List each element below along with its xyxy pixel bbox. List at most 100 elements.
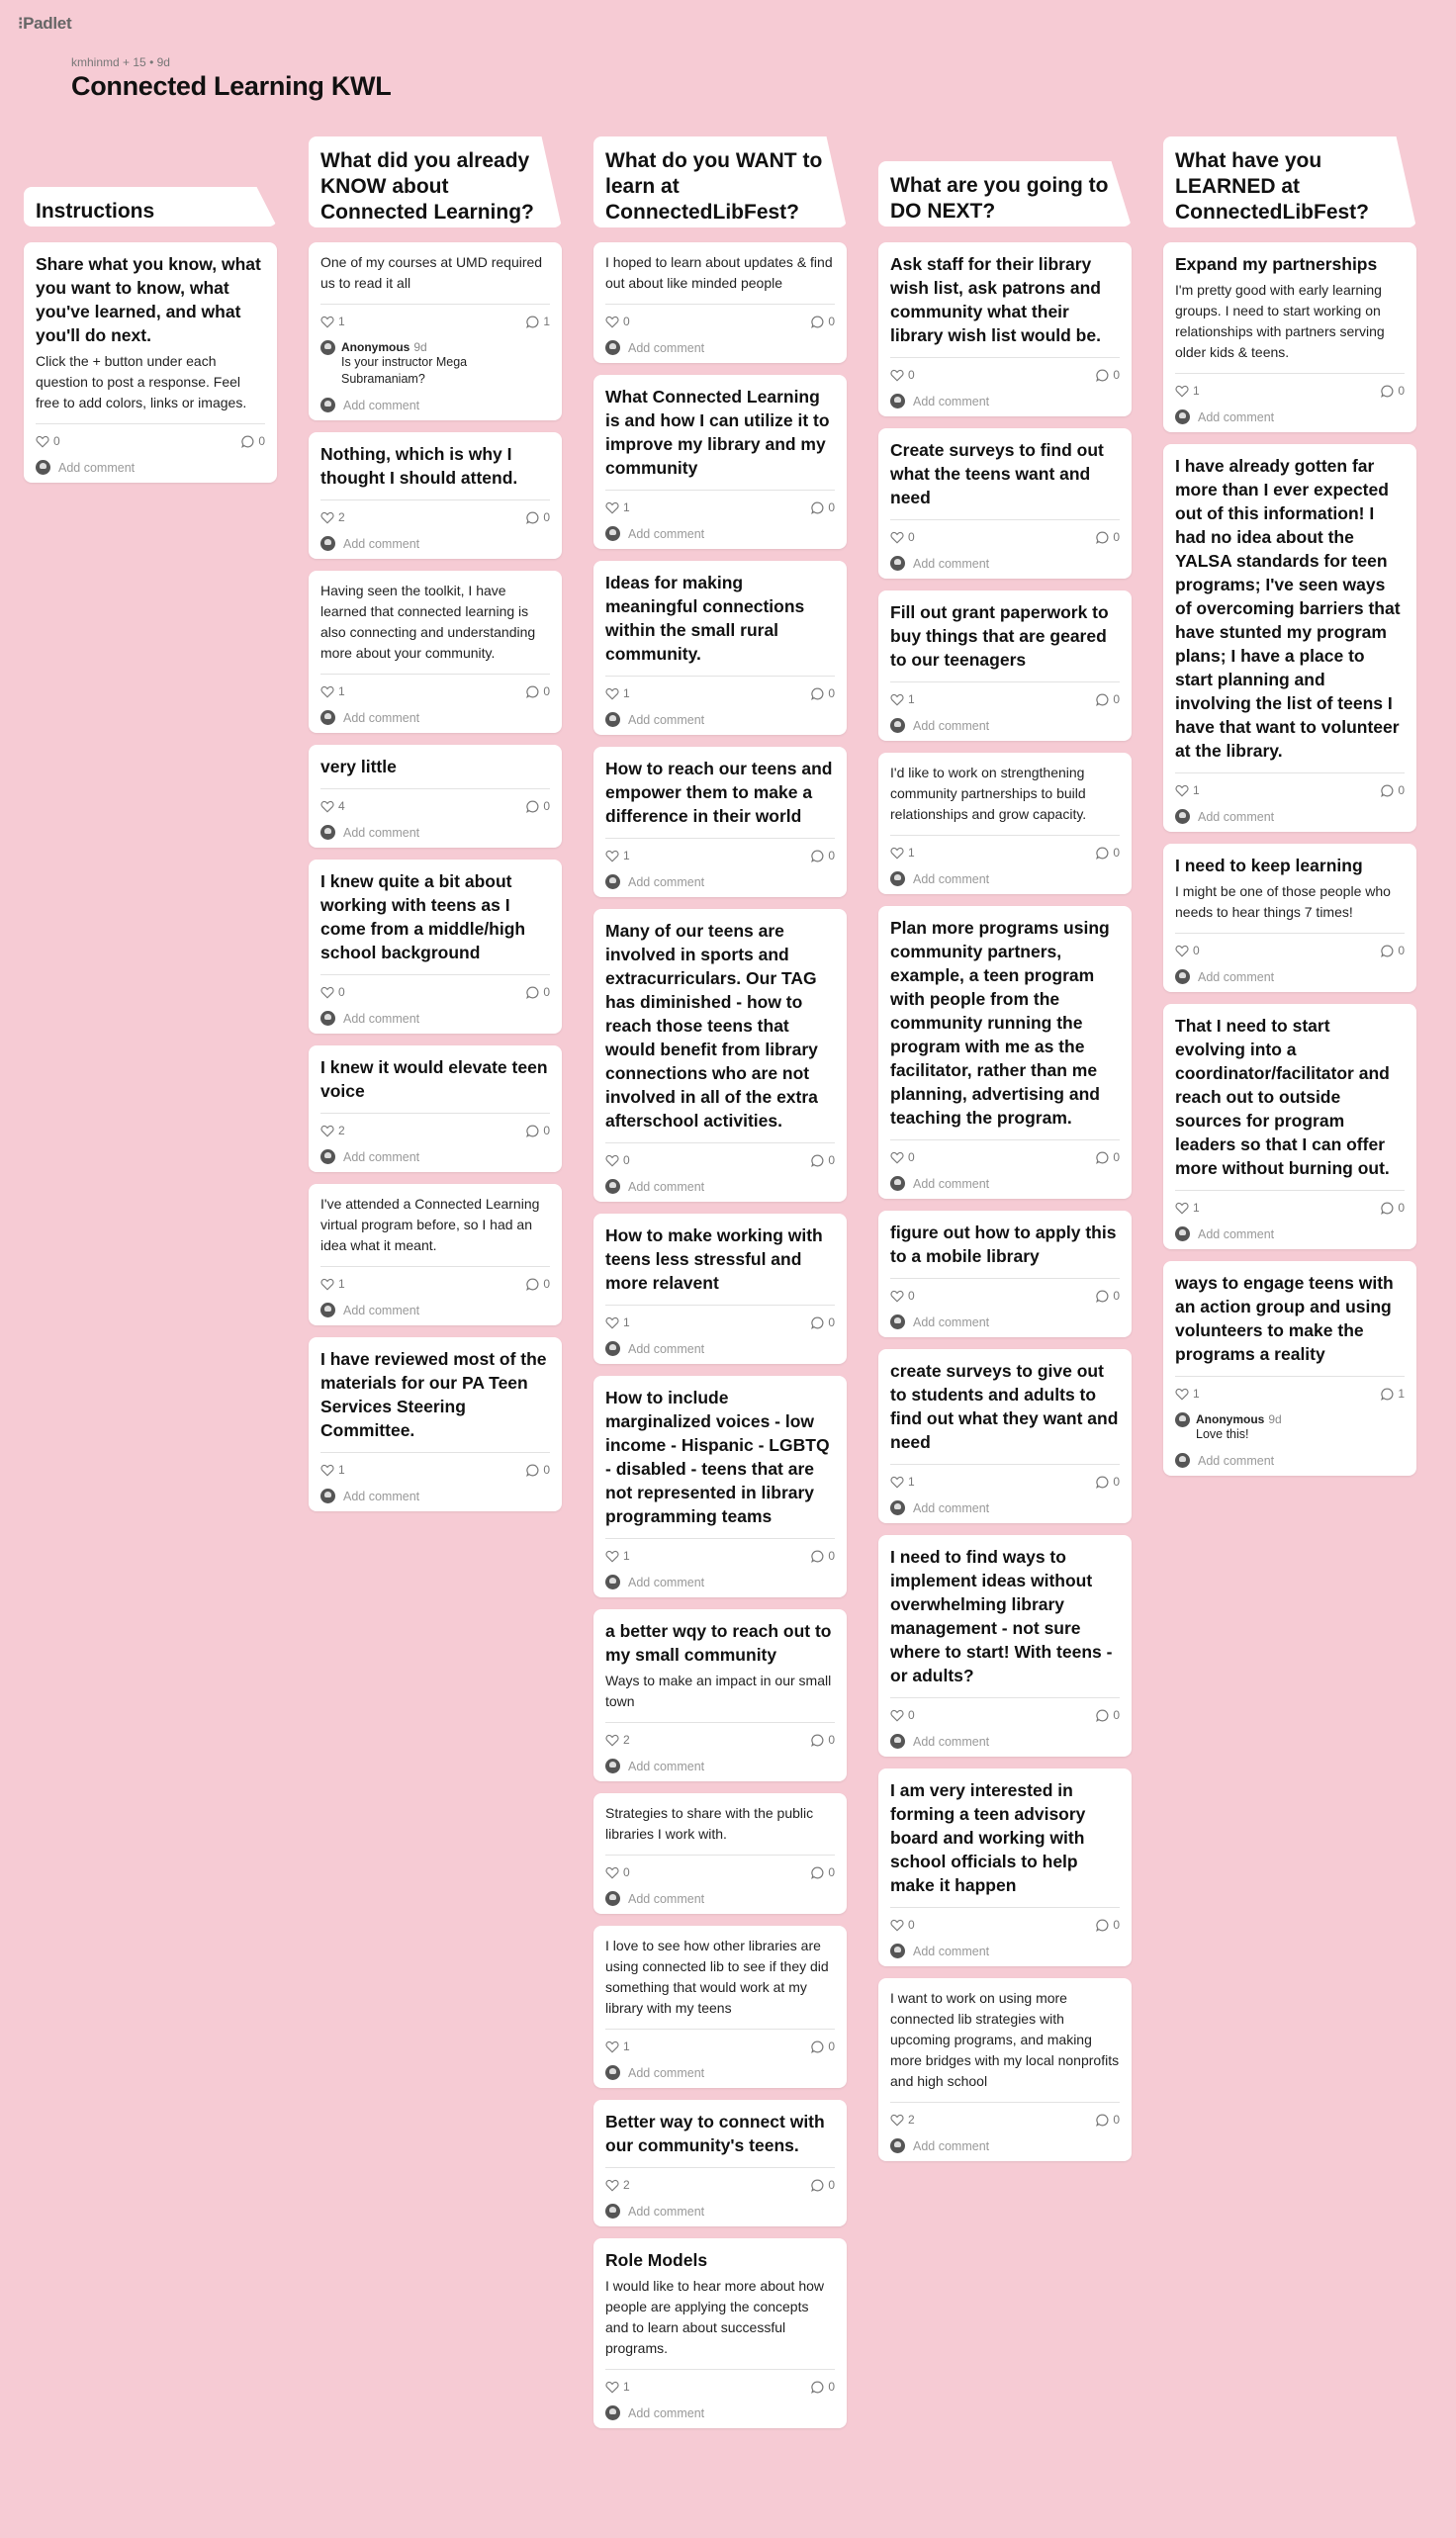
add-comment[interactable]: Add comment [890, 1944, 1120, 1958]
add-comment[interactable]: Add comment [1175, 809, 1405, 824]
add-comment[interactable]: Add comment [320, 536, 550, 551]
post-card[interactable]: I need to find ways to implement ideas w… [878, 1535, 1132, 1757]
post-card[interactable]: Create surveys to find out what the teen… [878, 428, 1132, 579]
add-comment[interactable]: Add comment [1175, 409, 1405, 424]
add-comment[interactable]: Add comment [890, 394, 1120, 408]
post-card[interactable]: Ideas for making meaningful connections … [593, 561, 847, 735]
add-comment[interactable]: Add comment [890, 1176, 1120, 1191]
post-card[interactable]: I want to work on using more connected l… [878, 1978, 1132, 2161]
post-card[interactable]: How to include marginalized voices - low… [593, 1376, 847, 1597]
like-button[interactable]: 0 [605, 1865, 630, 1879]
comments-button[interactable]: 0 [1096, 1918, 1120, 1932]
column-header[interactable]: What do you WANT to learn at ConnectedLi… [593, 136, 847, 227]
comments-button[interactable]: 0 [241, 434, 265, 448]
like-button[interactable]: 1 [1175, 1201, 1200, 1215]
comments-button[interactable]: 0 [1096, 1289, 1120, 1303]
like-button[interactable]: 1 [320, 1277, 345, 1291]
add-comment[interactable]: Add comment [605, 712, 835, 727]
post-card[interactable]: That I need to start evolving into a coo… [1163, 1004, 1416, 1249]
post-card[interactable]: Strategies to share with the public libr… [593, 1793, 847, 1914]
post-card[interactable]: a better wqy to reach out to my small co… [593, 1609, 847, 1781]
like-button[interactable]: 0 [890, 1918, 915, 1932]
post-card[interactable]: Fill out grant paperwork to buy things t… [878, 590, 1132, 741]
like-button[interactable]: 1 [890, 692, 915, 706]
add-comment[interactable]: Add comment [605, 2065, 835, 2080]
like-button[interactable]: 0 [890, 530, 915, 544]
add-comment[interactable]: Add comment [890, 1500, 1120, 1515]
post-card[interactable]: Nothing, which is why I thought I should… [309, 432, 562, 559]
comments-button[interactable]: 1 [1381, 1387, 1405, 1401]
add-comment[interactable]: Add comment [320, 1489, 550, 1503]
post-card[interactable]: create surveys to give out to students a… [878, 1349, 1132, 1523]
add-comment[interactable]: Add comment [1175, 1226, 1405, 1241]
add-comment[interactable]: Add comment [320, 825, 550, 840]
like-button[interactable]: 1 [605, 2039, 630, 2053]
like-button[interactable]: 1 [605, 1549, 630, 1563]
comments-button[interactable]: 0 [1096, 368, 1120, 382]
like-button[interactable]: 1 [605, 1315, 630, 1329]
add-comment[interactable]: Add comment [605, 2405, 835, 2420]
post-card[interactable]: I've attended a Connected Learning virtu… [309, 1184, 562, 1325]
post-card[interactable]: I need to keep learning I might be one of… [1163, 844, 1416, 992]
comments-button[interactable]: 0 [811, 1865, 835, 1879]
comments-button[interactable]: 0 [811, 2380, 835, 2394]
post-card[interactable]: Role Models I would like to hear more abo… [593, 2238, 847, 2428]
like-button[interactable]: 0 [890, 1150, 915, 1164]
post-card[interactable]: I hoped to learn about updates & find ou… [593, 242, 847, 363]
like-button[interactable]: 4 [320, 799, 345, 813]
like-button[interactable]: 1 [890, 1475, 915, 1489]
like-button[interactable]: 1 [605, 686, 630, 700]
post-card[interactable]: Many of our teens are involved in sports… [593, 909, 847, 1202]
comments-button[interactable]: 0 [811, 1315, 835, 1329]
add-comment[interactable]: Add comment [605, 1575, 835, 1589]
add-comment[interactable]: Add comment [605, 1891, 835, 1906]
comments-button[interactable]: 0 [811, 2039, 835, 2053]
add-comment[interactable]: Add comment [36, 460, 265, 475]
add-comment[interactable]: Add comment [320, 1011, 550, 1026]
add-comment[interactable]: Add comment [320, 1303, 550, 1317]
comments-button[interactable]: 0 [811, 1733, 835, 1747]
post-card[interactable]: Share what you know, what you want to kn… [24, 242, 277, 483]
like-button[interactable]: 1 [1175, 783, 1200, 797]
comments-button[interactable]: 0 [1096, 692, 1120, 706]
add-comment[interactable]: Add comment [605, 1759, 835, 1773]
add-comment[interactable]: Add comment [605, 1341, 835, 1356]
like-button[interactable]: 2 [890, 2113, 915, 2127]
comments-button[interactable]: 0 [811, 1549, 835, 1563]
comments-button[interactable]: 0 [1096, 1150, 1120, 1164]
like-button[interactable]: 0 [890, 368, 915, 382]
add-comment[interactable]: Add comment [320, 710, 550, 725]
comments-button[interactable]: 0 [1381, 1201, 1405, 1215]
post-card[interactable]: Plan more programs using community partn… [878, 906, 1132, 1199]
like-button[interactable]: 0 [890, 1289, 915, 1303]
add-comment[interactable]: Add comment [890, 1314, 1120, 1329]
like-button[interactable]: 2 [605, 1733, 630, 1747]
like-button[interactable]: 2 [320, 510, 345, 524]
like-button[interactable]: 1 [1175, 1387, 1200, 1401]
add-comment[interactable]: Add comment [1175, 1453, 1405, 1468]
comments-button[interactable]: 0 [811, 849, 835, 862]
add-comment[interactable]: Add comment [890, 1734, 1120, 1749]
post-card[interactable]: How to reach our teens and empower them … [593, 747, 847, 897]
like-button[interactable]: 1 [605, 500, 630, 514]
post-card[interactable]: Better way to connect with our community… [593, 2100, 847, 2226]
contributors-count[interactable]: + 15 [123, 55, 146, 69]
comments-button[interactable]: 0 [526, 1124, 550, 1137]
column-header[interactable]: What are you going to DO NEXT? [878, 161, 1132, 227]
like-button[interactable]: 0 [890, 1708, 915, 1722]
add-comment[interactable]: Add comment [890, 556, 1120, 571]
comments-button[interactable]: 0 [1096, 846, 1120, 860]
comments-button[interactable]: 0 [811, 315, 835, 328]
post-card[interactable]: I knew it would elevate teen voice 2 0 Add … [309, 1045, 562, 1172]
add-comment[interactable]: Add comment [605, 340, 835, 355]
like-button[interactable]: 2 [605, 2178, 630, 2192]
comments-button[interactable]: 0 [811, 1153, 835, 1167]
post-card[interactable]: I have reviewed most of the materials fo… [309, 1337, 562, 1511]
like-button[interactable]: 0 [605, 1153, 630, 1167]
post-card[interactable]: I have already gotten far more than I ev… [1163, 444, 1416, 832]
comments-button[interactable]: 0 [1381, 944, 1405, 957]
comments-button[interactable]: 0 [811, 686, 835, 700]
comments-button[interactable]: 0 [1096, 2113, 1120, 2127]
like-button[interactable]: 0 [605, 315, 630, 328]
like-button[interactable]: 1 [605, 2380, 630, 2394]
